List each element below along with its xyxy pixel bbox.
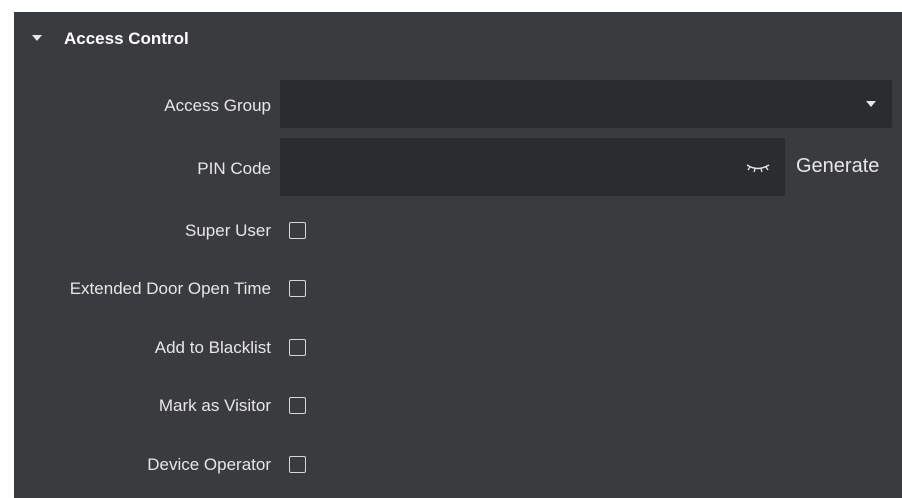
add-to-blacklist-row: Add to Blacklist bbox=[14, 336, 902, 360]
mark-as-visitor-row: Mark as Visitor bbox=[14, 394, 902, 418]
generate-button[interactable]: Generate bbox=[796, 155, 879, 178]
access-group-row: Access Group bbox=[14, 80, 902, 128]
mark-as-visitor-checkbox[interactable] bbox=[289, 397, 306, 414]
access-group-label: Access Group bbox=[164, 96, 271, 115]
device-operator-label: Device Operator bbox=[147, 455, 271, 474]
extended-door-open-time-checkbox[interactable] bbox=[289, 280, 306, 297]
access-control-panel: Access Control Access Group PIN Code Gen… bbox=[14, 12, 902, 498]
extended-door-open-time-row: Extended Door Open Time bbox=[14, 277, 902, 301]
caret-down-icon[interactable] bbox=[32, 35, 42, 41]
pin-code-input[interactable] bbox=[280, 138, 785, 196]
pin-code-label: PIN Code bbox=[197, 159, 271, 178]
mark-as-visitor-label: Mark as Visitor bbox=[158, 396, 271, 415]
device-operator-checkbox[interactable] bbox=[289, 456, 306, 473]
extended-door-open-time-label: Extended Door Open Time bbox=[69, 279, 271, 298]
section-header[interactable]: Access Control bbox=[14, 12, 902, 68]
access-group-select[interactable] bbox=[280, 80, 892, 128]
caret-down-icon[interactable] bbox=[866, 101, 876, 107]
super-user-row: Super User bbox=[14, 219, 902, 243]
pin-code-row: PIN Code Generate bbox=[14, 138, 902, 196]
super-user-checkbox[interactable] bbox=[289, 222, 306, 239]
section-title: Access Control bbox=[64, 29, 189, 48]
add-to-blacklist-checkbox[interactable] bbox=[289, 339, 306, 356]
device-operator-row: Device Operator bbox=[14, 453, 902, 477]
eye-closed-icon[interactable] bbox=[745, 158, 771, 174]
add-to-blacklist-label: Add to Blacklist bbox=[154, 338, 271, 357]
super-user-label: Super User bbox=[185, 221, 271, 240]
